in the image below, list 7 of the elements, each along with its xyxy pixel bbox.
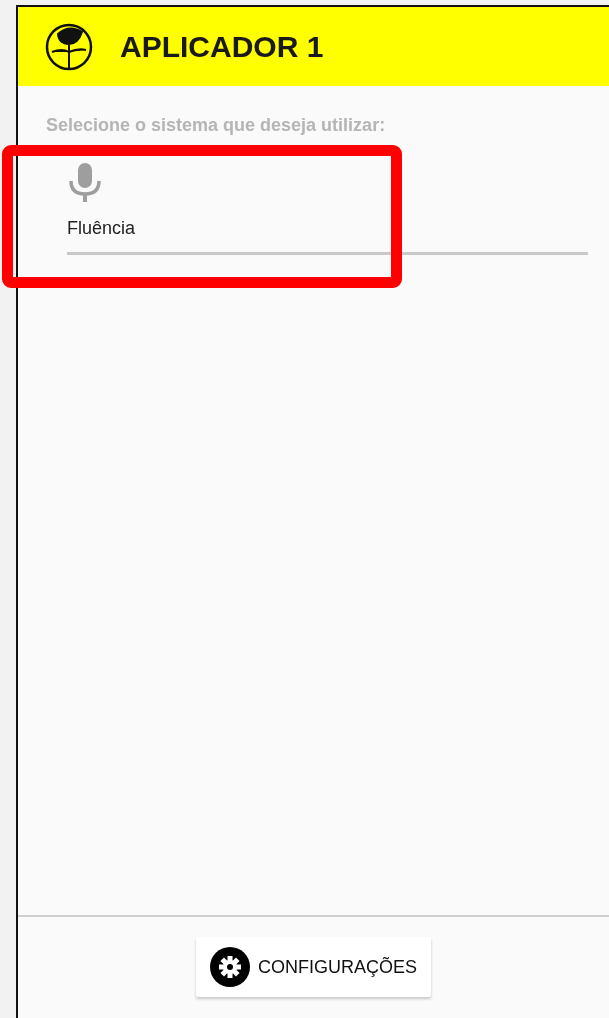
app-title: APLICADOR 1 [120,29,324,65]
settings-button[interactable]: CONFIGURAÇÕES [196,937,431,997]
settings-icon [210,947,250,987]
tree-logo-icon [44,21,94,72]
microphone-icon [67,163,103,203]
system-option[interactable]: Fluência [67,215,136,242]
prompt-text: Selecione o sistema que deseja utilizar: [46,114,387,137]
